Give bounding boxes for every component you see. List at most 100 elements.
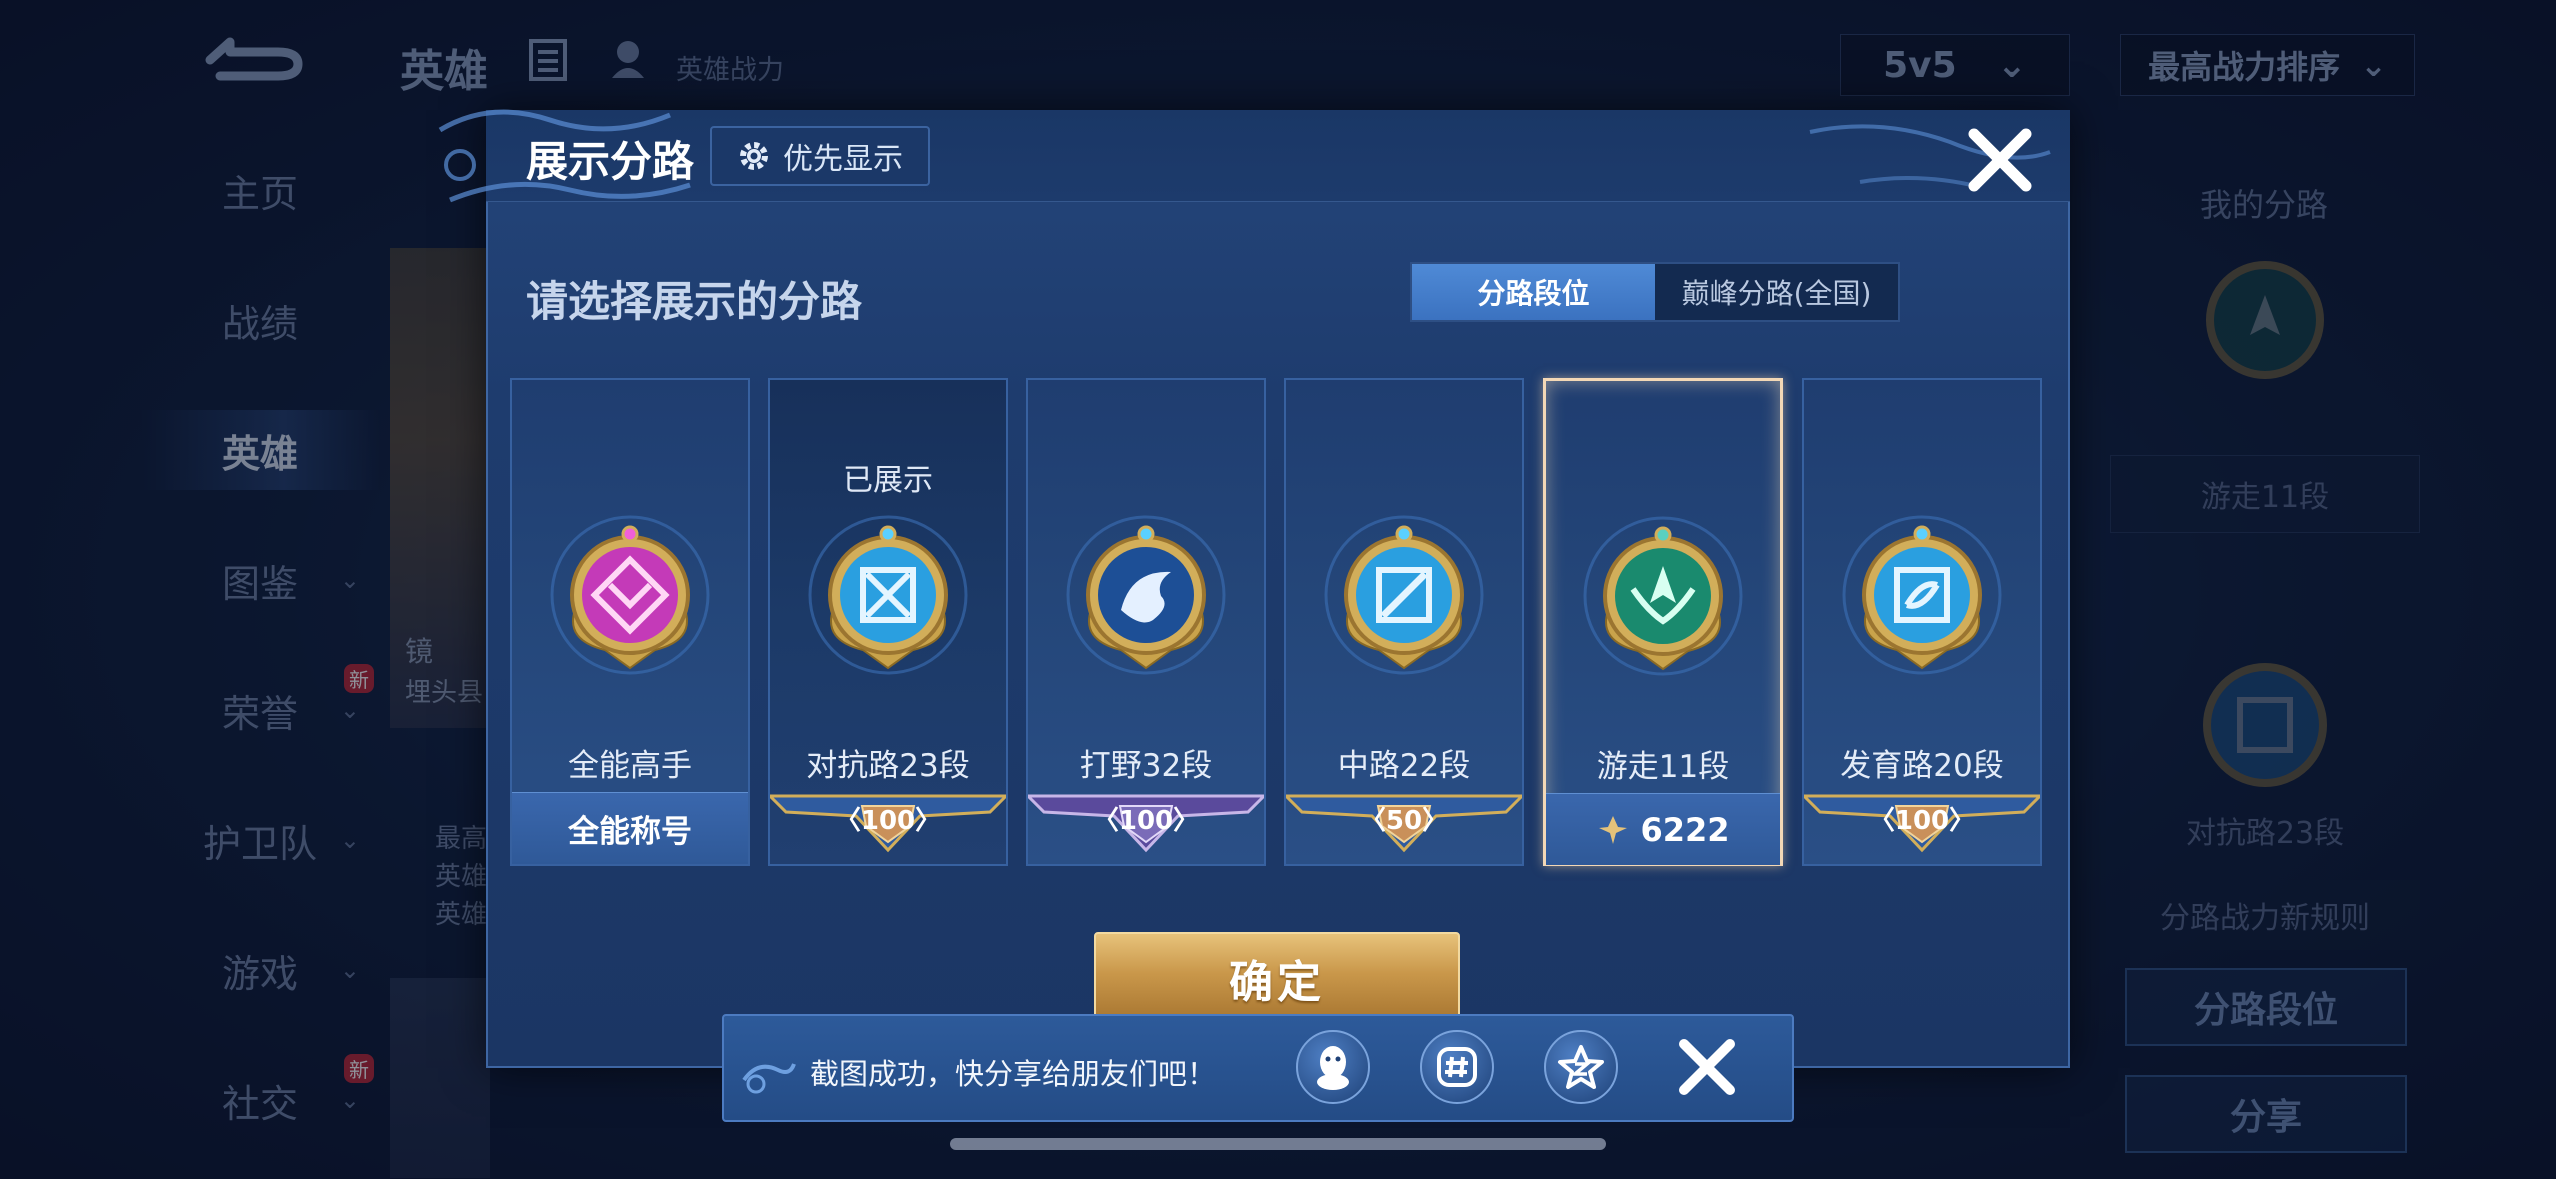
sidebar-item-record[interactable]: 战绩 bbox=[140, 280, 380, 360]
chevron-down-icon: ⌄ bbox=[339, 1086, 360, 1114]
hero-subtitle: 埋头县 bbox=[405, 678, 484, 708]
list-icon[interactable] bbox=[528, 38, 568, 82]
lane-power-rule-link[interactable]: 分路战力新规则 bbox=[2110, 880, 2420, 950]
sidebar-item-hero[interactable]: 英雄 bbox=[140, 410, 380, 490]
hero-power-label[interactable]: 英雄战力 bbox=[676, 48, 784, 87]
confirm-button[interactable]: 确定 bbox=[1094, 932, 1460, 1024]
sidebar-item-label: 护卫队 bbox=[202, 821, 317, 866]
peak-points: 6222 bbox=[1596, 810, 1730, 849]
sidebar-item-label: 英雄 bbox=[221, 431, 298, 476]
peak-power-icon bbox=[1599, 815, 1628, 844]
tab-peak-lane[interactable]: 巅峰分路(全国) bbox=[1655, 264, 1898, 320]
shown-label: 已展示 bbox=[843, 463, 933, 498]
hero-stat-line: 英雄 bbox=[435, 900, 488, 930]
sidebar-item-codex[interactable]: 图鉴 ⌄ bbox=[140, 540, 380, 620]
hero-stat-line: 英雄 bbox=[435, 862, 488, 892]
share-button[interactable]: 分享 bbox=[2125, 1075, 2407, 1153]
chevron-down-icon: ⌄ bbox=[339, 696, 360, 724]
new-badge: 新 bbox=[344, 664, 374, 693]
tab-lane-rank[interactable]: 分路段位 bbox=[1412, 264, 1655, 320]
lane-card-jungle[interactable]: 打野32段 〈100〉 bbox=[1026, 378, 1266, 866]
lane-card-bottom: 全能称号 bbox=[512, 792, 748, 864]
allround-badge-icon bbox=[550, 515, 710, 675]
lane-name: 打野32段 bbox=[1079, 748, 1213, 784]
rank-points: 〈100〉 bbox=[1868, 805, 1976, 836]
my-lane-2: 对抗路23段 bbox=[2185, 816, 2345, 851]
close-icon[interactable] bbox=[1960, 120, 2040, 200]
qzone-icon[interactable] bbox=[1544, 1030, 1618, 1104]
hero-stat-line: 最高 bbox=[435, 824, 488, 854]
sidebar-item-guard[interactable]: 护卫队 ⌄ bbox=[140, 800, 380, 880]
bottom-lane-badge-icon bbox=[1842, 515, 2002, 675]
hero-stats: 最高 英雄 英雄 bbox=[435, 820, 487, 934]
lane-card-bottom: 〈100〉 bbox=[770, 792, 1006, 864]
support-lane-badge-icon bbox=[2206, 261, 2324, 379]
lane-card-bottom: 〈50〉 bbox=[1286, 792, 1522, 864]
rank-points: 〈100〉 bbox=[834, 805, 942, 836]
lane-name: 对抗路23段 bbox=[806, 748, 970, 784]
hero-power-icon[interactable] bbox=[606, 36, 650, 80]
lane-name: 全能高手 bbox=[568, 748, 692, 784]
lane-card-support[interactable]: 游走11段 6222 bbox=[1543, 378, 1783, 866]
lane-rank-button[interactable]: 分路段位 bbox=[2125, 968, 2407, 1046]
modal-subtitle: 请选择展示的分路 bbox=[526, 277, 863, 326]
lane-title-text: 全能称号 bbox=[568, 814, 692, 850]
mid-lane-badge-icon bbox=[1324, 515, 1484, 675]
mode-value: 5v5 bbox=[1883, 44, 1957, 86]
sidebar-item-label: 荣誉 bbox=[221, 691, 298, 736]
chevron-down-icon: ⌄ bbox=[339, 956, 360, 984]
share-message: 截图成功，快分享给朋友们吧！ bbox=[810, 1057, 1217, 1091]
hero-portrait[interactable] bbox=[390, 978, 490, 1178]
lane-name: 发育路20段 bbox=[1840, 748, 2004, 784]
priority-display-label: 优先显示 bbox=[783, 142, 903, 177]
cloud-swirl-decoration-icon bbox=[742, 1063, 796, 1094]
chevron-down-icon: ⌄ bbox=[339, 826, 360, 854]
chevron-down-icon: ⌄ bbox=[339, 566, 360, 594]
jungle-badge-icon bbox=[1066, 515, 1226, 675]
chevron-down-icon: ⌄ bbox=[1996, 44, 2027, 86]
lane-card-bottom-lane[interactable]: 发育路20段 〈100〉 bbox=[1802, 378, 2042, 866]
lane-card-bottom: 〈100〉 bbox=[1028, 792, 1264, 864]
back-arrow-icon[interactable] bbox=[190, 30, 310, 90]
qq-glyph bbox=[1317, 1046, 1349, 1090]
hero-name: 镜 bbox=[405, 635, 434, 668]
lane-tab-group: 分路段位 巅峰分路(全国) bbox=[1410, 262, 1900, 322]
lane-card-allround[interactable]: 全能高手 全能称号 bbox=[510, 378, 750, 866]
lane-name: 游走11段 bbox=[1596, 749, 1730, 785]
new-badge: 新 bbox=[344, 1054, 374, 1083]
wechat-icon[interactable] bbox=[1420, 1030, 1494, 1104]
sidebar-item-game[interactable]: 游戏 ⌄ bbox=[140, 930, 380, 1010]
priority-display-button[interactable]: 优先显示 bbox=[710, 126, 930, 186]
qq-icon[interactable] bbox=[1296, 1030, 1370, 1104]
top-lane-badge-icon bbox=[2203, 663, 2327, 787]
sidebar-item-social[interactable]: 社交 ⌄ 新 bbox=[140, 1054, 380, 1140]
gear-icon bbox=[740, 142, 768, 170]
sort-value: 最高战力排序 bbox=[2148, 48, 2341, 86]
rank-points: 〈100〉 bbox=[1092, 805, 1200, 836]
sidebar-item-label: 战绩 bbox=[221, 301, 298, 346]
mode-select[interactable]: 5v5 ⌄ bbox=[1840, 34, 2070, 96]
close-icon[interactable] bbox=[1670, 1030, 1744, 1104]
sidebar-item-honor[interactable]: 荣誉 ⌄ 新 bbox=[140, 664, 380, 750]
chevron-down-icon: ⌄ bbox=[2360, 46, 2387, 84]
lane-card-bottom: 6222 bbox=[1546, 793, 1780, 865]
sidebar-item-home[interactable]: 主页 bbox=[140, 150, 380, 230]
home-indicator[interactable] bbox=[950, 1138, 1606, 1150]
my-lane-title: 我的分路 bbox=[2200, 186, 2329, 224]
lane-name: 中路22段 bbox=[1337, 748, 1471, 784]
lane-card-bottom: 〈100〉 bbox=[1804, 792, 2040, 864]
peak-points-value: 6222 bbox=[1640, 810, 1730, 849]
lane-card-top[interactable]: 已展示 对抗路23段 〈100〉 bbox=[768, 378, 1008, 866]
sidebar-item-label: 图鉴 bbox=[221, 561, 298, 606]
wechat-glyph bbox=[1437, 1047, 1477, 1087]
modal-title: 展示分路 bbox=[526, 137, 695, 186]
support-lane-badge-icon bbox=[1583, 516, 1743, 676]
lane-card-mid[interactable]: 中路22段 〈50〉 bbox=[1284, 378, 1524, 866]
sidebar-item-label: 社交 bbox=[221, 1081, 298, 1126]
top-lane-badge-icon bbox=[808, 515, 968, 675]
rank-points: 〈50〉 bbox=[1359, 805, 1449, 836]
sidebar-item-label: 主页 bbox=[221, 171, 298, 216]
my-lane-1: 游走11段 bbox=[2110, 455, 2420, 533]
sort-select[interactable]: 最高战力排序 ⌄ bbox=[2120, 34, 2415, 96]
qzone-glyph bbox=[1558, 1045, 1604, 1089]
